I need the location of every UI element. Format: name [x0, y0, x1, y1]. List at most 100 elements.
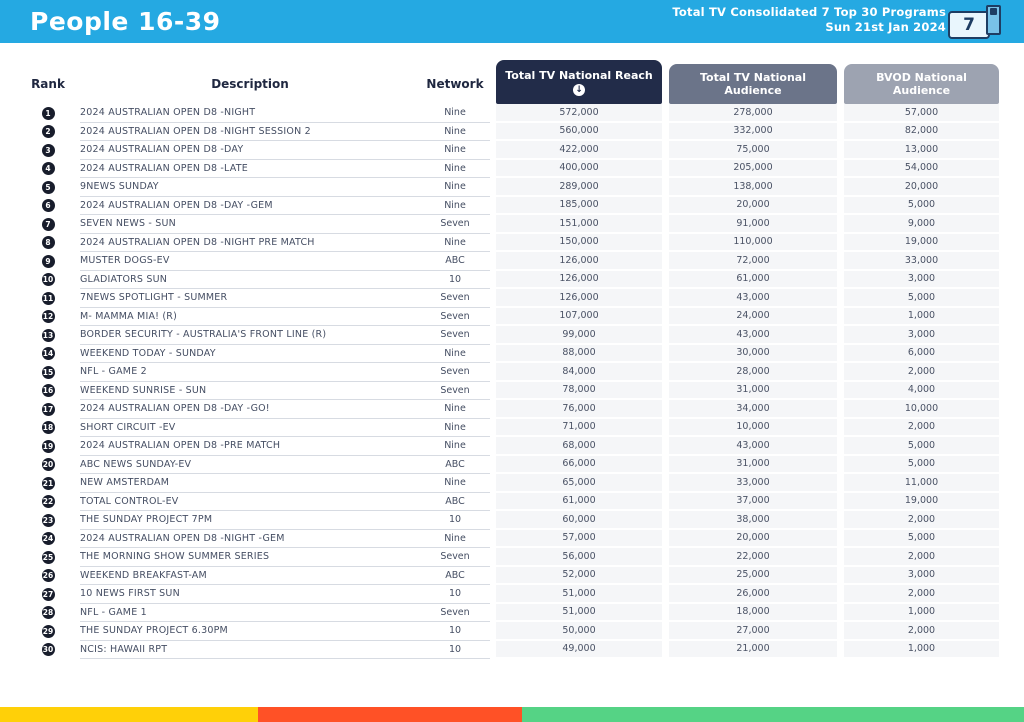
total-tv-national-audience-value: 37,000: [669, 492, 837, 511]
program-network: Seven: [420, 215, 490, 234]
table-row: 6 2024 AUSTRALIAN OPEN D8 -DAY -GEM Nine…: [16, 196, 999, 216]
bvod-national-audience-value: 82,000: [844, 122, 999, 141]
total-tv-national-reach-value: 289,000: [496, 178, 662, 197]
table-row: 4 2024 AUSTRALIAN OPEN D8 -LATE Nine 400…: [16, 159, 999, 178]
rank-cell: 8: [16, 234, 80, 253]
rank-cell: 17: [16, 400, 80, 419]
table-row: 16 WEEKEND SUNRISE - SUN Seven 78,000 31…: [16, 381, 999, 400]
total-tv-national-audience-value: 43,000: [669, 437, 837, 456]
rank-badge: 10: [41, 273, 55, 287]
rank-badge: 15: [41, 365, 55, 379]
program-network: Nine: [420, 474, 490, 493]
table-row: 7 SEVEN NEWS - SUN Seven 151,000 91,000 …: [16, 215, 999, 234]
total-tv-national-audience-value: 30,000: [669, 344, 837, 363]
program-description: NEW AMSTERDAM: [80, 474, 420, 493]
total-tv-national-audience-value: 10,000: [669, 418, 837, 437]
total-tv-national-reach-value: 150,000: [496, 233, 662, 252]
rank-badge: 27: [41, 587, 55, 601]
total-tv-national-reach-value: 60,000: [496, 511, 662, 530]
bvod-national-audience-value: 11,000: [844, 474, 999, 493]
program-description: SHORT CIRCUIT -EV: [80, 419, 420, 437]
program-network: Nine: [420, 141, 490, 160]
total-tv-national-reach-value: 84,000: [496, 363, 662, 382]
program-description: WEEKEND BREAKFAST-AM: [80, 567, 420, 585]
program-network: Seven: [420, 604, 490, 622]
column-header-total-tv-national-audience[interactable]: Total TV National Audience: [669, 64, 837, 104]
bvod-national-audience-value: 2,000: [844, 548, 999, 567]
total-tv-national-reach-value: 88,000: [496, 344, 662, 363]
bvod-national-audience-value: 2,000: [844, 585, 999, 604]
program-description: NFL - GAME 2: [80, 363, 420, 382]
total-tv-national-reach-value: 49,000: [496, 640, 662, 659]
rank-cell: 9: [16, 252, 80, 271]
total-tv-national-reach-value: 65,000: [496, 474, 662, 493]
table-row: 27 10 NEWS FIRST SUN 10 51,000 26,000 2,…: [16, 585, 999, 604]
total-tv-national-audience-value: 332,000: [669, 122, 837, 141]
program-network: 10: [420, 622, 490, 641]
column-header-network: Network: [426, 77, 484, 91]
total-tv-national-audience-value: 20,000: [669, 196, 837, 215]
total-tv-national-reach-value: 71,000: [496, 418, 662, 437]
program-description: 9NEWS SUNDAY: [80, 178, 420, 197]
rank-badge: 22: [41, 495, 55, 509]
table-row: 10 GLADIATORS SUN 10 126,000 61,000 3,00…: [16, 270, 999, 289]
program-network: 10: [420, 511, 490, 530]
rank-cell: 12: [16, 308, 80, 327]
total-tv-national-reach-value: 76,000: [496, 400, 662, 419]
total-tv-national-reach-value: 61,000: [496, 492, 662, 511]
program-description: 2024 AUSTRALIAN OPEN D8 -DAY: [80, 141, 420, 160]
program-description: THE SUNDAY PROJECT 6.30PM: [80, 622, 420, 641]
bvod-national-audience-value: 3,000: [844, 566, 999, 585]
column-header-total-tv-national-reach[interactable]: Total TV National Reach ↓: [496, 60, 662, 104]
bvod-national-audience-value: 2,000: [844, 418, 999, 437]
total-tv-national-audience-value: 24,000: [669, 307, 837, 326]
total-tv-national-audience-value: 91,000: [669, 215, 837, 234]
report-subtitle: Total TV Consolidated 7 Top 30 Programs …: [672, 5, 946, 35]
rank-cell: 15: [16, 363, 80, 382]
bvod-national-audience-value: 9,000: [844, 215, 999, 234]
table-row: 5 9NEWS SUNDAY Nine 289,000 138,000 20,0…: [16, 178, 999, 197]
total-tv-national-audience-value: 31,000: [669, 455, 837, 474]
program-description: 2024 AUSTRALIAN OPEN D8 -LATE: [80, 160, 420, 178]
program-network: 10: [420, 585, 490, 604]
program-network: Nine: [420, 345, 490, 363]
rank-cell: 29: [16, 622, 80, 641]
rank-cell: 6: [16, 197, 80, 216]
total-tv-national-audience-value: 27,000: [669, 622, 837, 641]
page-title: People 16-39: [30, 7, 221, 36]
bvod-national-audience-value: 5,000: [844, 289, 999, 308]
total-tv-national-reach-value: 126,000: [496, 270, 662, 289]
program-description: MUSTER DOGS-EV: [80, 252, 420, 271]
program-network: Nine: [420, 419, 490, 437]
bvod-header-label: BVOD National Audience: [876, 71, 967, 97]
rank-badge: 18: [41, 421, 55, 435]
rank-badge: 6: [41, 199, 55, 213]
table-row: 22 TOTAL CONTROL-EV ABC 61,000 37,000 19…: [16, 492, 999, 511]
program-description: GLADIATORS SUN: [80, 271, 420, 289]
program-description: 2024 AUSTRALIAN OPEN D8 -NIGHT -GEM: [80, 530, 420, 548]
total-tv-national-audience-value: 43,000: [669, 326, 837, 345]
program-description: 2024 AUSTRALIAN OPEN D8 -DAY -GO!: [80, 400, 420, 419]
table-row: 24 2024 AUSTRALIAN OPEN D8 -NIGHT -GEM N…: [16, 529, 999, 548]
total-tv-national-audience-value: 34,000: [669, 400, 837, 419]
total-tv-national-reach-value: 572,000: [496, 104, 662, 123]
rank-cell: 14: [16, 345, 80, 364]
rank-badge: 14: [41, 347, 55, 361]
program-description: 2024 AUSTRALIAN OPEN D8 -PRE MATCH: [80, 437, 420, 456]
report-subtitle-line1: Total TV Consolidated 7 Top 30 Programs: [672, 5, 946, 19]
bvod-national-audience-value: 2,000: [844, 622, 999, 641]
program-description: BORDER SECURITY - AUSTRALIA'S FRONT LINE…: [80, 326, 420, 345]
report-subtitle-line2: Sun 21st Jan 2024: [825, 20, 946, 34]
sort-down-icon[interactable]: ↓: [573, 83, 585, 96]
column-header-bvod-national-audience[interactable]: BVOD National Audience: [844, 64, 999, 104]
table-row: 28 NFL - GAME 1 Seven 51,000 18,000 1,00…: [16, 603, 999, 622]
total-tv-national-reach-value: 52,000: [496, 566, 662, 585]
rank-cell: 3: [16, 141, 80, 160]
report-page: People 16-39 Total TV Consolidated 7 Top…: [0, 0, 1024, 722]
column-header-rank: Rank: [31, 77, 65, 91]
program-description: 2024 AUSTRALIAN OPEN D8 -NIGHT PRE MATCH: [80, 234, 420, 252]
total-tv-national-audience-value: 21,000: [669, 640, 837, 659]
bvod-national-audience-value: 57,000: [844, 104, 999, 123]
program-description: M- MAMMA MIA! (R): [80, 308, 420, 326]
bvod-national-audience-value: 20,000: [844, 178, 999, 197]
